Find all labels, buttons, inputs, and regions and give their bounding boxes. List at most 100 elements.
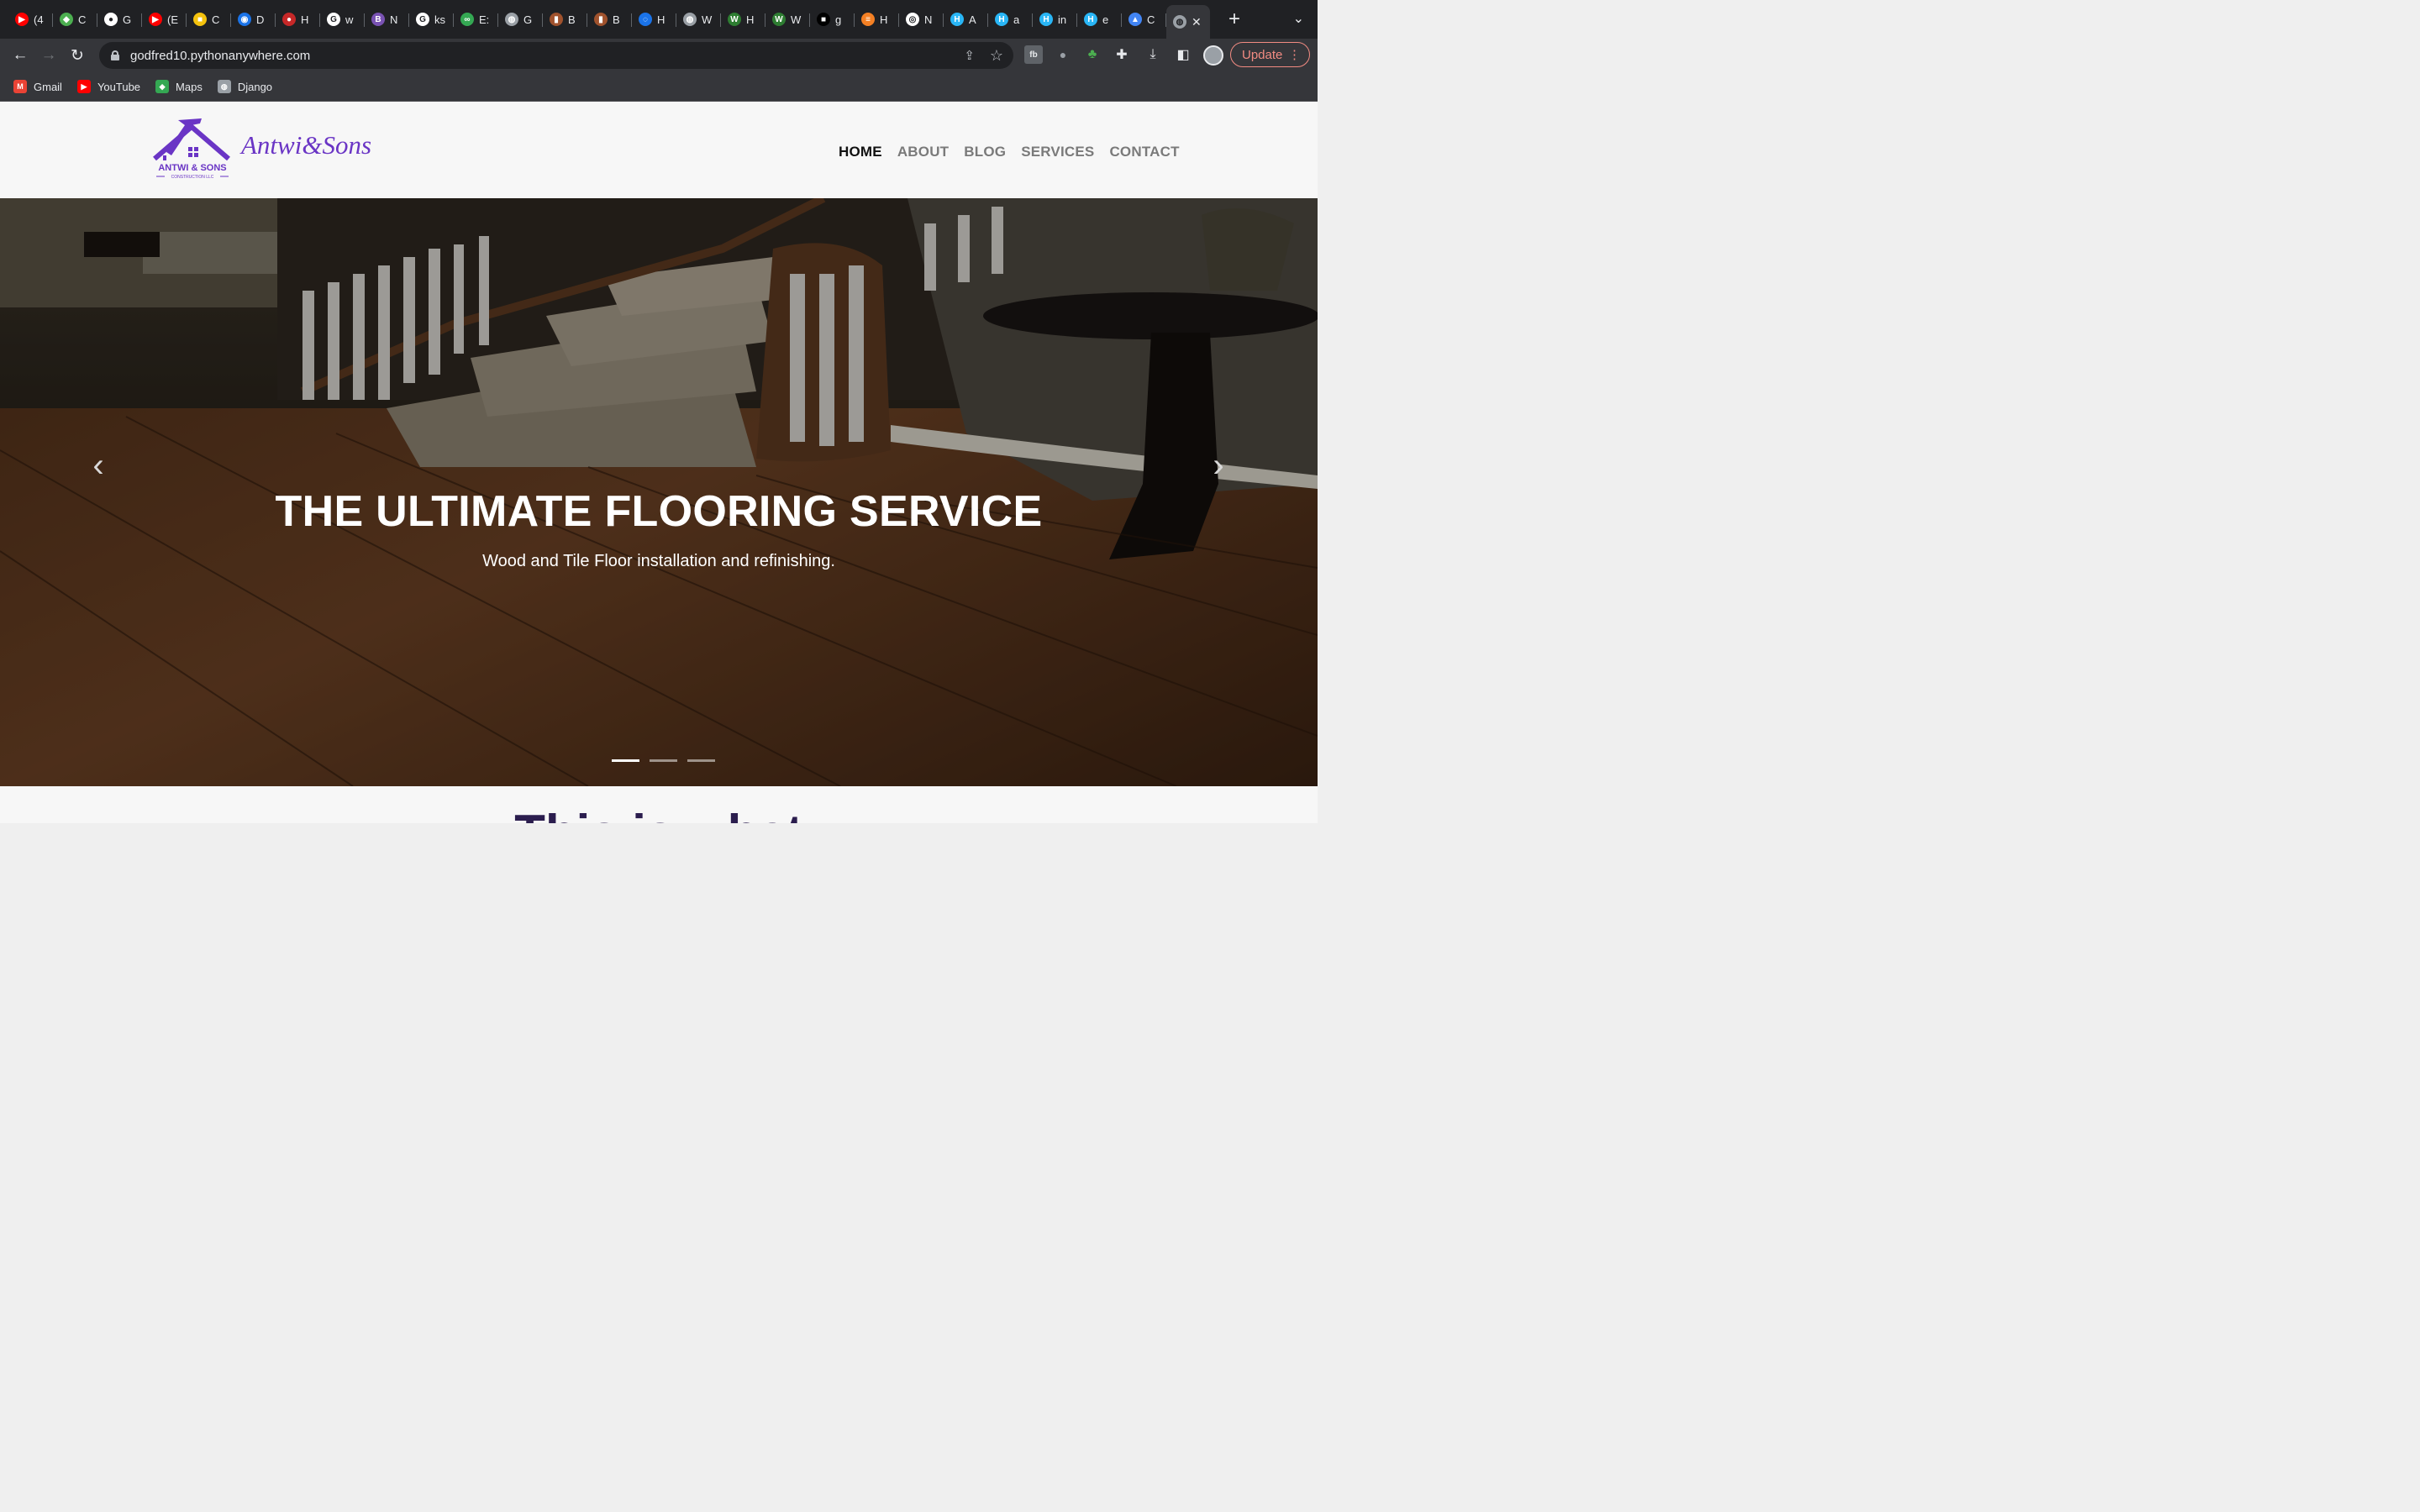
bookmark-star-icon[interactable]: ☆ xyxy=(990,47,1003,65)
browser-tab[interactable]: ▲ C xyxy=(1122,5,1166,34)
dark-icon: ■ xyxy=(817,13,830,26)
brand-name[interactable]: Antwi&Sons xyxy=(241,130,371,160)
browser-tab[interactable]: ∞ E: xyxy=(454,5,498,34)
extension-icon[interactable]: ● xyxy=(1054,45,1072,64)
tab-title: N xyxy=(390,13,398,26)
tab-title: C xyxy=(1147,13,1155,26)
globe-icon: ◍ xyxy=(217,80,231,93)
carousel-indicators xyxy=(612,759,715,762)
back-button[interactable]: ← xyxy=(6,41,34,70)
menu-dots-icon[interactable]: ⋮ xyxy=(1288,47,1301,62)
google-icon: G xyxy=(416,13,429,26)
tab-strip: ▶ (4 ◆ C ● G ▶ (E ■ C ◉ D ● H Gw B N Gks ∞ E: ◍ G ▮ B ▮ B ◌ H ◍ W W H W W… xyxy=(0,0,1318,39)
browser-tab[interactable]: BN xyxy=(365,5,409,34)
logo-text: ANTWI & SONS xyxy=(158,163,226,173)
tree-extension-icon[interactable]: ♣ xyxy=(1083,45,1102,64)
bookmark-label: Maps xyxy=(176,80,203,93)
browser-tab[interactable]: ▶ (E xyxy=(142,5,187,34)
main-menu: HOME ABOUT BLOG SERVICES CONTACT xyxy=(839,144,1180,160)
browser-tab[interactable]: ● H xyxy=(276,5,320,34)
tab-title: E: xyxy=(479,13,490,26)
browser-tab[interactable]: WW xyxy=(765,5,810,34)
tab-title: a xyxy=(1013,13,1020,26)
nav-link-services[interactable]: SERVICES xyxy=(1021,144,1094,160)
tab-search-icon[interactable]: ⌄ xyxy=(1293,10,1304,27)
nav-link-blog[interactable]: BLOG xyxy=(964,144,1006,160)
tab-title: W xyxy=(791,13,802,26)
link-icon: ∞ xyxy=(460,13,474,26)
browser-tab[interactable]: ◎ N xyxy=(899,5,944,34)
address-bar[interactable]: godfred10.pythonanywhere.com ⇪ ☆ xyxy=(99,42,1013,69)
browser-tab[interactable]: ◌ H xyxy=(632,5,676,34)
browser-tab[interactable]: ■ C xyxy=(187,5,231,34)
tab-title: N xyxy=(924,13,933,26)
tab-title: C xyxy=(212,13,220,26)
browser-tab[interactable]: Gks xyxy=(409,5,454,34)
chrome-icon: ◎ xyxy=(906,13,919,26)
bookmark-label: YouTube xyxy=(97,80,141,93)
browser-tab[interactable]: ■ g xyxy=(810,5,855,34)
browser-tab[interactable]: ▮ B xyxy=(543,5,587,34)
share-icon[interactable]: ⇪ xyxy=(964,48,975,63)
company-logo[interactable]: ANTWI & SONS CONSTRUCTION LLC xyxy=(153,117,232,182)
bootstrap-icon: B xyxy=(371,13,385,26)
logo-subtext: CONSTRUCTION LLC xyxy=(171,175,214,180)
new-tab-icon[interactable]: + xyxy=(1228,8,1240,31)
browser-tab[interactable]: WH xyxy=(721,5,765,34)
carousel-indicator[interactable] xyxy=(650,759,677,762)
hero-carousel: ‹ › THE ULTIMATE FLOORING SERVICE Wood a… xyxy=(0,198,1318,786)
carousel-next-icon[interactable]: › xyxy=(1202,447,1235,484)
bookmark-django[interactable]: ◍ Django xyxy=(217,80,272,93)
carousel-prev-icon[interactable]: ‹ xyxy=(82,447,115,484)
download-icon[interactable]: ⤓ xyxy=(1144,45,1162,64)
diamond-icon: ◆ xyxy=(60,13,73,26)
h-icon: H xyxy=(950,13,964,26)
globe-icon: ◍ xyxy=(683,13,697,26)
reload-button[interactable]: ↻ xyxy=(63,41,92,70)
browser-tab[interactable]: ◍ W xyxy=(676,5,721,34)
browser-tab[interactable]: ≡ H xyxy=(855,5,899,34)
update-button[interactable]: Update ⋮ xyxy=(1230,42,1310,67)
tab-title: B xyxy=(568,13,576,26)
badge-icon: ■ xyxy=(193,13,207,26)
tab-title: C xyxy=(78,13,87,26)
tab-title: G xyxy=(123,13,132,26)
bookmark-maps[interactable]: ◆ Maps xyxy=(155,80,203,93)
web-page: ANTWI & SONS CONSTRUCTION LLC Antwi&Sons… xyxy=(0,102,1318,823)
browser-tab[interactable]: He xyxy=(1077,5,1122,34)
side-panel-icon[interactable]: ◧ xyxy=(1174,45,1192,64)
browser-tab[interactable]: HA xyxy=(944,5,988,34)
tab-active[interactable]: ◍ ✕ xyxy=(1166,5,1210,39)
carousel-indicator[interactable] xyxy=(612,759,639,762)
carousel-indicator[interactable] xyxy=(687,759,715,762)
browser-tab[interactable]: ● G xyxy=(97,5,142,34)
forward-button[interactable]: → xyxy=(34,41,63,70)
browser-tab[interactable]: Ha xyxy=(988,5,1033,34)
browser-tab[interactable]: ▮ B xyxy=(587,5,632,34)
bookmark-youtube[interactable]: ▶ YouTube xyxy=(76,80,141,93)
owl-icon: ◉ xyxy=(238,13,251,26)
extension-icon[interactable]: fb xyxy=(1024,45,1043,64)
bookmark-label: Gmail xyxy=(34,80,62,93)
browser-tab[interactable]: Hin xyxy=(1033,5,1077,34)
puzzle-icon[interactable]: ✚ xyxy=(1113,45,1131,64)
browser-tab[interactable]: ◆ C xyxy=(53,5,97,34)
tab-title: D xyxy=(256,13,265,26)
hero-title: THE ULTIMATE FLOORING SERVICE xyxy=(275,487,1043,536)
browser-toolbar: ← → ↻ godfred10.pythonanywhere.com ⇪ ☆ f… xyxy=(0,39,1318,72)
bookmark-gmail[interactable]: M Gmail xyxy=(13,80,62,93)
browser-tab[interactable]: ◉ D xyxy=(231,5,276,34)
nav-link-contact[interactable]: CONTACT xyxy=(1109,144,1179,160)
lock-icon[interactable] xyxy=(111,50,119,60)
browser-tab[interactable]: ◍ G xyxy=(498,5,543,34)
url-text[interactable]: godfred10.pythonanywhere.com xyxy=(130,49,310,63)
tab-title: W xyxy=(702,13,713,26)
profile-avatar[interactable] xyxy=(1203,45,1223,66)
browser-tab[interactable]: ▶ (4 xyxy=(8,5,53,34)
nav-link-home[interactable]: HOME xyxy=(839,144,882,160)
tab-title: e xyxy=(1102,13,1109,26)
close-tab-icon[interactable]: ✕ xyxy=(1192,15,1202,29)
w-icon: W xyxy=(772,13,786,26)
browser-tab[interactable]: Gw xyxy=(320,5,365,34)
nav-link-about[interactable]: ABOUT xyxy=(897,144,949,160)
